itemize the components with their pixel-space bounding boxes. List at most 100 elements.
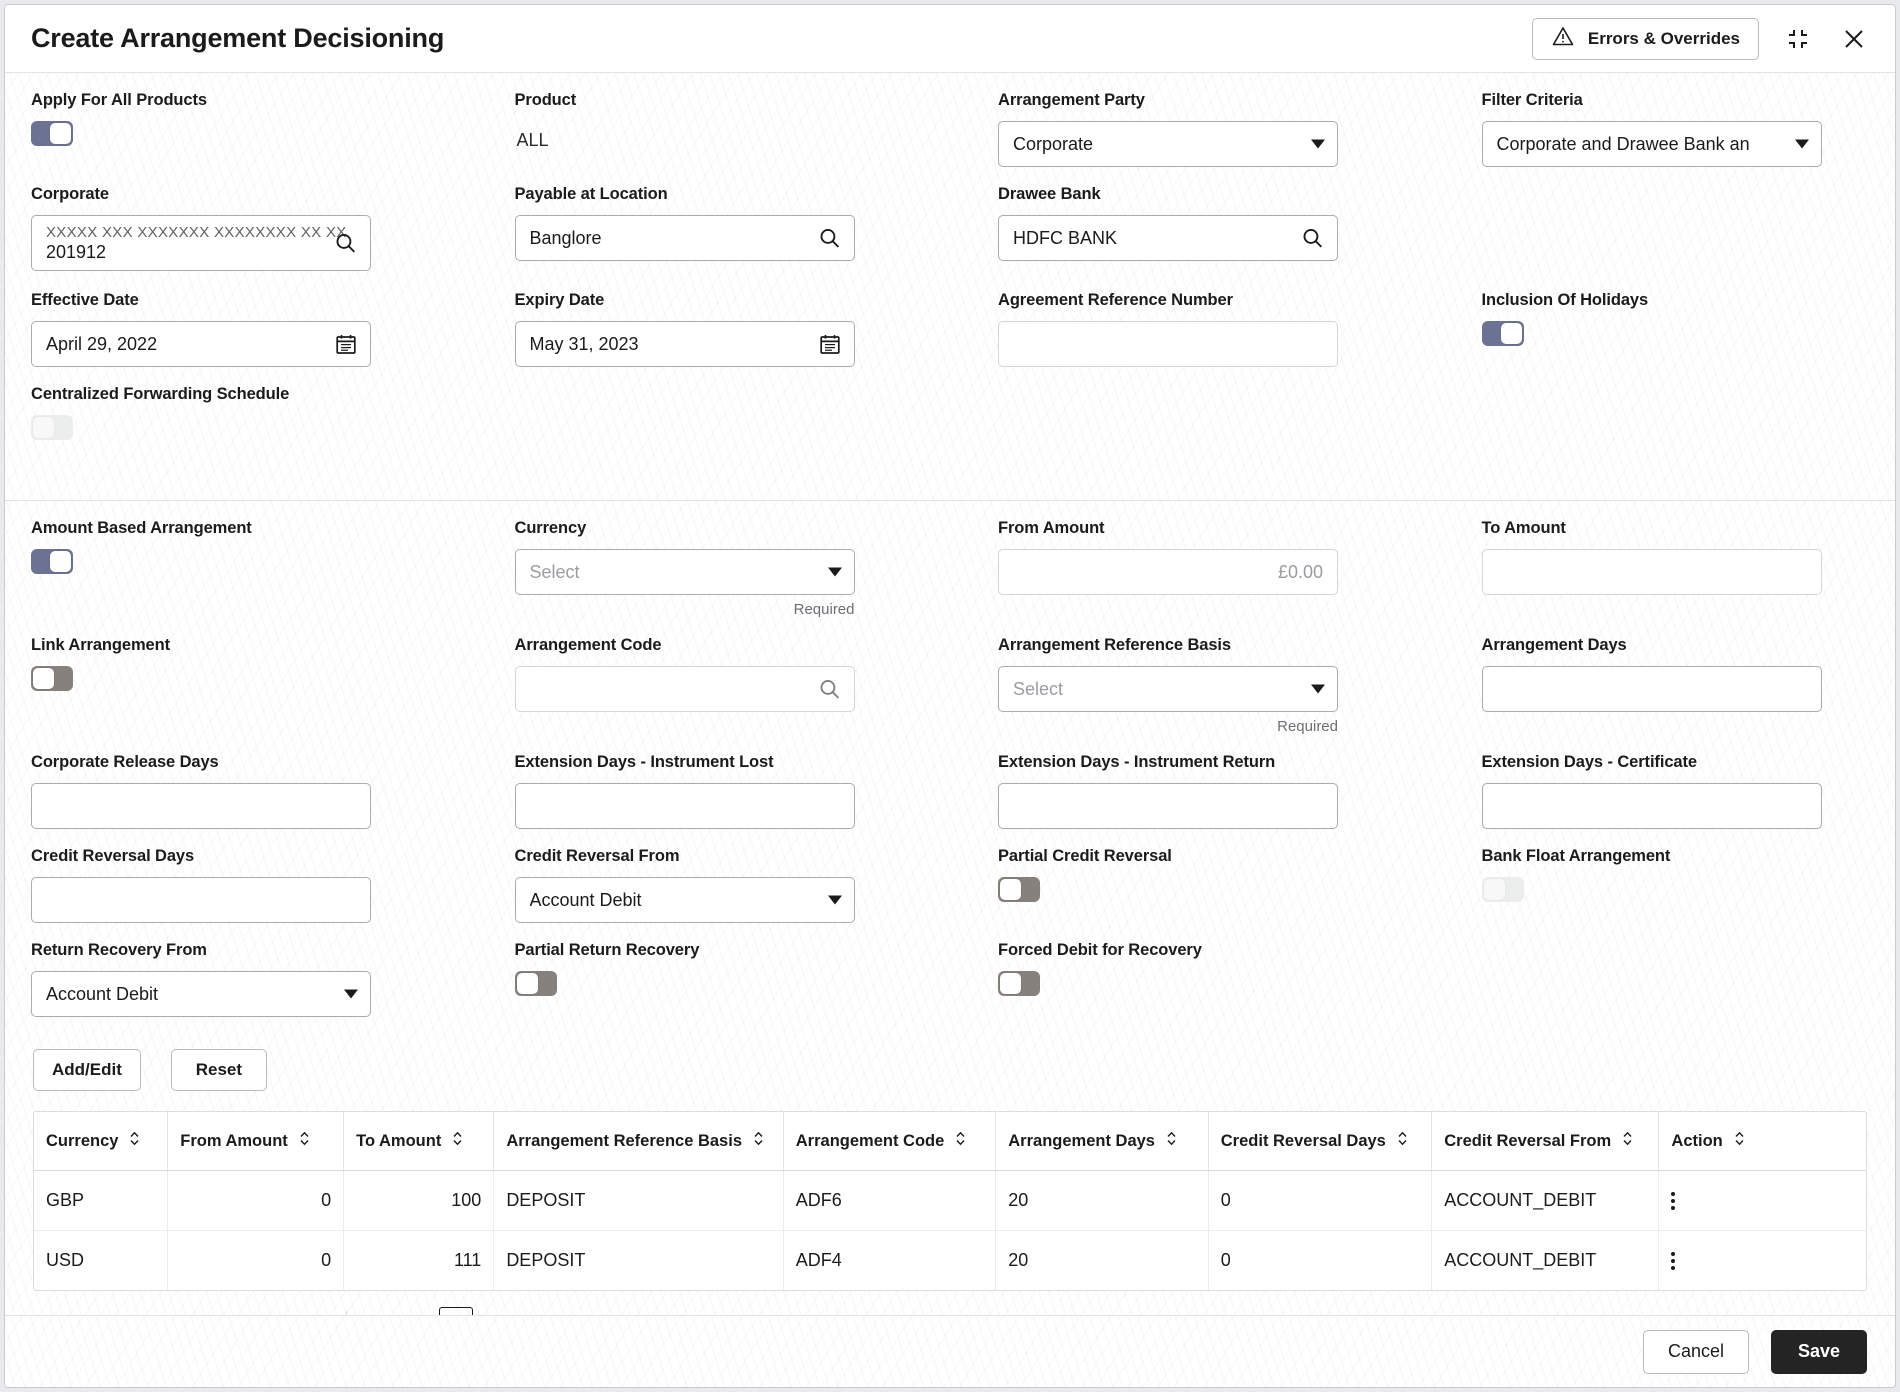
- reset-button[interactable]: Reset: [170, 1049, 267, 1091]
- arrangement-days-input[interactable]: [1481, 666, 1822, 712]
- corporate-input[interactable]: XXXXX XXX XXXXXXX XXXXXXXX XX XXX 201912: [31, 215, 371, 271]
- arrangement-reference-basis-select[interactable]: Select: [998, 666, 1338, 712]
- search-icon[interactable]: [817, 226, 842, 251]
- bank-float-arrangement-toggle: [1481, 877, 1524, 902]
- column-label: Arrangement Reference Basis: [506, 1131, 742, 1150]
- save-button[interactable]: Save: [1771, 1329, 1867, 1374]
- from-amount-placeholder: £0.00: [1277, 561, 1323, 582]
- link-arrangement-toggle[interactable]: [31, 666, 73, 691]
- cell-arrangement-reference-basis: DEPOSIT: [493, 1170, 784, 1231]
- arrangement-code-input[interactable]: [514, 666, 855, 712]
- field-arrangement-days: Arrangement Days: [1481, 636, 1870, 735]
- column-header-credit-reversal-from[interactable]: Credit Reversal From: [1431, 1112, 1660, 1171]
- column-header-arrangement-days[interactable]: Arrangement Days: [995, 1112, 1209, 1171]
- search-icon[interactable]: [1300, 226, 1325, 251]
- inclusion-of-holidays-toggle[interactable]: [1481, 321, 1524, 346]
- last-page-icon[interactable]: [517, 1307, 555, 1315]
- table-row[interactable]: GBP 0 100 DEPOSIT ADF6 20 0 ACCOUNT_DEBI…: [34, 1170, 1866, 1231]
- cell-from-amount: 0: [167, 1230, 345, 1290]
- pagination-current-page[interactable]: 1: [439, 1307, 474, 1315]
- field-credit-reversal-from: Credit Reversal From Account Debit: [514, 847, 903, 923]
- currency-select[interactable]: Select: [514, 549, 855, 595]
- agreement-reference-number-input[interactable]: [998, 321, 1338, 367]
- field-extension-days-instrument-return: Extension Days - Instrument Return: [998, 753, 1386, 829]
- credit-reversal-from-label: Credit Reversal From: [514, 847, 680, 865]
- collapse-icon[interactable]: [1781, 22, 1815, 56]
- sort-icon[interactable]: [954, 1130, 967, 1152]
- search-icon[interactable]: [333, 231, 358, 256]
- return-recovery-from-select[interactable]: Account Debit: [31, 971, 371, 1017]
- credit-reversal-from-select[interactable]: Account Debit: [514, 877, 855, 923]
- calendar-icon[interactable]: [818, 332, 842, 356]
- column-header-action[interactable]: Action: [1658, 1112, 1866, 1171]
- sort-icon[interactable]: [1733, 1130, 1746, 1152]
- cell-credit-reversal-from: ACCOUNT_DEBIT: [1431, 1170, 1660, 1231]
- column-label: Credit Reversal From: [1444, 1131, 1612, 1150]
- sort-icon[interactable]: [128, 1130, 141, 1152]
- expiry-date-input[interactable]: May 31, 2023: [514, 321, 855, 367]
- field-partial-return-recovery: Partial Return Recovery: [514, 941, 903, 1017]
- cancel-button[interactable]: Cancel: [1642, 1329, 1749, 1374]
- partial-credit-reversal-toggle[interactable]: [998, 877, 1040, 902]
- sort-icon[interactable]: [298, 1130, 311, 1152]
- sort-icon[interactable]: [752, 1130, 765, 1152]
- field-expiry-date: Expiry Date May 31, 2023: [514, 291, 903, 367]
- calendar-icon[interactable]: [334, 332, 358, 356]
- next-page-icon[interactable]: [479, 1307, 517, 1315]
- search-icon[interactable]: [817, 677, 842, 702]
- payable-at-location-input[interactable]: Banglore: [514, 215, 855, 261]
- column-header-arrangement-reference-basis[interactable]: Arrangement Reference Basis: [493, 1112, 784, 1171]
- extension-days-instrument-return-input[interactable]: [998, 783, 1338, 829]
- cell-arrangement-code: ADF4: [783, 1230, 997, 1290]
- sort-icon[interactable]: [1621, 1130, 1634, 1152]
- sort-icon[interactable]: [451, 1130, 464, 1152]
- field-to-amount: To Amount: [1481, 519, 1870, 618]
- cell-action: [1659, 1231, 1866, 1291]
- apply-for-all-products-toggle[interactable]: [31, 121, 73, 146]
- close-icon[interactable]: [1837, 22, 1871, 56]
- from-amount-input[interactable]: £0.00: [998, 549, 1338, 595]
- to-amount-label: To Amount: [1481, 519, 1566, 537]
- column-header-credit-reversal-days[interactable]: Credit Reversal Days: [1208, 1112, 1433, 1171]
- pagination-items-label: (1-2 of 2 items): [197, 1314, 318, 1316]
- column-header-currency[interactable]: Currency: [34, 1112, 169, 1171]
- arrangement-reference-basis-placeholder: Select: [1013, 678, 1064, 699]
- form-scroll-area[interactable]: Apply For All Products Product ALL Arran…: [5, 73, 1895, 1315]
- cell-arrangement-days: 20: [995, 1170, 1209, 1231]
- column-label: Action: [1671, 1131, 1723, 1150]
- forced-debit-for-recovery-toggle[interactable]: [998, 971, 1040, 996]
- errors-and-overrides-button[interactable]: Errors & Overrides: [1531, 17, 1759, 60]
- arrangement-party-select[interactable]: Corporate: [998, 121, 1338, 167]
- sort-icon[interactable]: [1396, 1130, 1409, 1152]
- chevron-down-icon: [1311, 684, 1325, 694]
- pagination-divider: [346, 1311, 348, 1315]
- sort-icon[interactable]: [1165, 1130, 1178, 1152]
- corporate-masked-text: XXXXX XXX XXXXXXX XXXXXXXX XX XXX: [46, 223, 346, 241]
- cell-to-amount: 111: [343, 1230, 495, 1290]
- create-arrangement-decisioning-window: Create Arrangement Decisioning Errors & …: [4, 4, 1896, 1388]
- to-amount-input[interactable]: [1481, 549, 1822, 595]
- effective-date-input[interactable]: April 29, 2022: [31, 321, 371, 367]
- extension-days-instrument-lost-input[interactable]: [514, 783, 855, 829]
- row-menu-icon[interactable]: [1671, 1251, 1689, 1270]
- partial-return-recovery-toggle[interactable]: [514, 971, 557, 996]
- cell-arrangement-days: 20: [995, 1230, 1209, 1290]
- amount-based-arrangement-toggle[interactable]: [31, 549, 73, 574]
- credit-reversal-days-input[interactable]: [31, 877, 371, 923]
- warning-triangle-icon: [1551, 24, 1575, 53]
- row-menu-icon[interactable]: [1671, 1191, 1689, 1210]
- add-edit-button[interactable]: Add/Edit: [33, 1049, 141, 1091]
- filter-criteria-select[interactable]: Corporate and Drawee Bank an: [1481, 121, 1822, 167]
- first-page-icon[interactable]: [357, 1307, 395, 1315]
- table-row[interactable]: USD 0 111 DEPOSIT ADF4 20 0 ACCOUNT_DEBI…: [34, 1230, 1866, 1291]
- drawee-bank-input[interactable]: HDFC BANK: [998, 215, 1338, 261]
- cell-arrangement-reference-basis: DEPOSIT: [493, 1230, 784, 1290]
- arrangement-code-label: Arrangement Code: [514, 636, 662, 654]
- extension-days-certificate-input[interactable]: [1481, 783, 1822, 829]
- column-header-from-amount[interactable]: From Amount: [167, 1112, 345, 1171]
- corporate-release-days-input[interactable]: [31, 783, 371, 829]
- previous-page-icon[interactable]: [395, 1307, 433, 1315]
- column-header-arrangement-code[interactable]: Arrangement Code: [783, 1112, 997, 1171]
- column-header-to-amount[interactable]: To Amount: [343, 1112, 495, 1171]
- inclusion-of-holidays-label: Inclusion Of Holidays: [1481, 291, 1649, 309]
